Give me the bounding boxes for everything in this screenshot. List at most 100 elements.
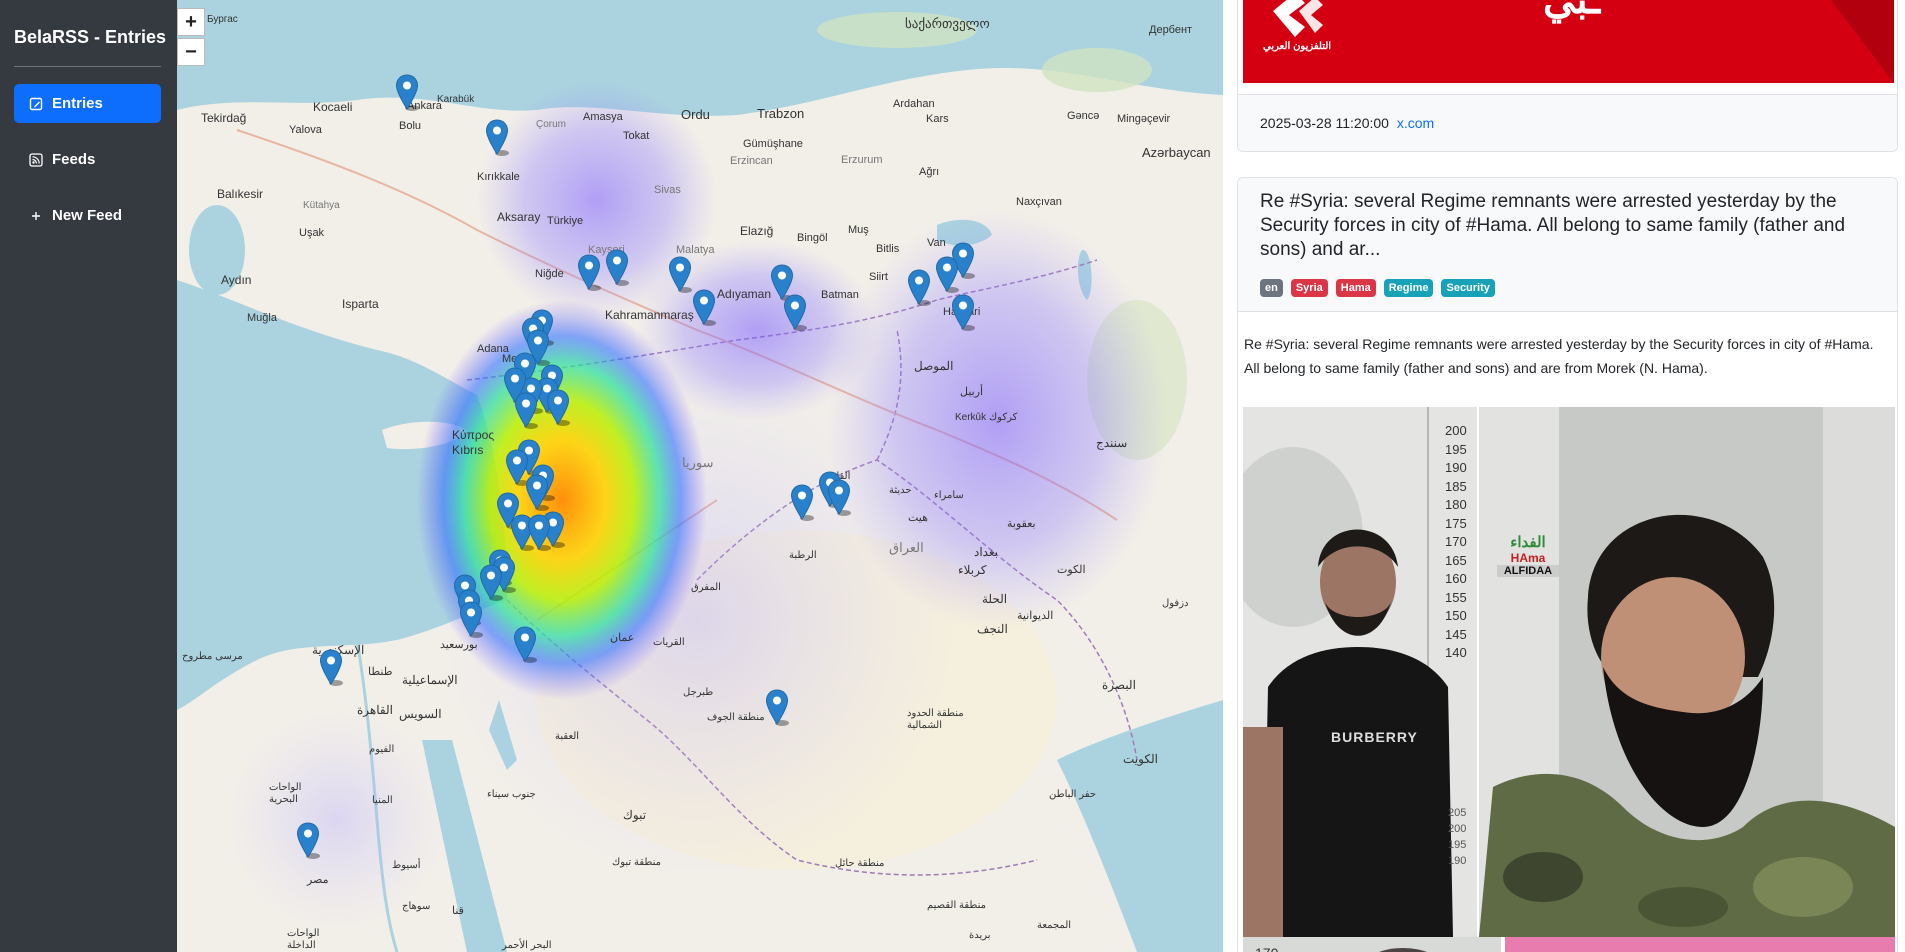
entry-photo[interactable]: 200 195 190 185 180 175 170 165 160 155 …: [1238, 407, 1895, 937]
map-marker-pin-icon[interactable]: [527, 514, 551, 552]
map-marker-pin-icon[interactable]: [513, 626, 537, 664]
map-label-ardahan: Ardahan: [893, 98, 935, 110]
map-marker-pin-icon[interactable]: [907, 269, 931, 307]
strip-number: 170: [1255, 945, 1278, 952]
alfidaa-logo: الفداء HAma ALFIDAA: [1497, 533, 1559, 577]
entry-image[interactable]: التلفزيون العربي ـبي: [1243, 0, 1894, 83]
map-marker-pin-icon[interactable]: [783, 294, 807, 332]
tag-badge[interactable]: Hama: [1335, 279, 1376, 297]
map-marker-pin-icon[interactable]: [525, 474, 549, 512]
entry-title[interactable]: Re #Syria: several Regime remnants were …: [1260, 190, 1880, 262]
map-marker-pin-icon[interactable]: [296, 822, 320, 860]
map-marker-pin-icon[interactable]: [459, 601, 483, 639]
map-label-amasya: Amasya: [583, 111, 623, 123]
map-label-karabuk: Karabük: [437, 94, 475, 105]
map-label-minya: المنيا: [372, 795, 393, 806]
entries-icon: [28, 96, 44, 112]
map-label-kirkuk: Kerkûk كركوك: [955, 412, 1018, 423]
map-label-baghdad: بغداد: [974, 545, 999, 559]
map-label-malatya: Malatya: [676, 244, 715, 256]
tag-badge[interactable]: Syria: [1290, 279, 1328, 297]
entry-source-link[interactable]: x.com: [1397, 115, 1434, 131]
map-label-kahramanmaras: Kahramanmaraş: [605, 308, 694, 322]
map-label-sanandaj: سنندج: [1096, 436, 1128, 450]
map-label-majmaah: المجمعة: [1037, 920, 1072, 931]
map-marker-pin-icon[interactable]: [485, 119, 509, 157]
map-label-balikesir: Balıkesir: [217, 187, 264, 201]
map-label-masr: مصر: [307, 874, 329, 886]
map-marker-pin-icon[interactable]: [605, 249, 629, 287]
map-label-erbil: أربيل: [960, 386, 984, 398]
zoom-in-button[interactable]: +: [177, 8, 205, 36]
map-label-mosul: الموصل: [914, 359, 954, 373]
map-label-isparta: Isparta: [342, 297, 379, 311]
map-label-ganca: Gəncə: [1067, 110, 1100, 122]
sidebar: BelaRSS - Entries Entries Feeds New Feed: [0, 0, 177, 952]
scale-tick: 195: [1445, 441, 1467, 457]
map-label-nigde: Niğde: [535, 268, 564, 280]
map-label-hafr-al-batin: حفر الباطن: [1049, 789, 1096, 800]
tag-badge[interactable]: en: [1260, 279, 1283, 297]
sidebar-item-entries[interactable]: Entries: [14, 84, 161, 123]
map-label-trabzon: Trabzon: [757, 106, 805, 121]
map-label-sivas: Sivas: [654, 184, 681, 196]
scale-tick: 190: [1448, 855, 1467, 867]
map-label-qurayyat: القريات: [653, 637, 685, 648]
map-label-port-said: بورسعيد: [440, 639, 478, 651]
shirt-text: BURBERRY: [1331, 729, 1418, 745]
map-label-suriya: سوريا: [682, 455, 714, 470]
map-label-siirt: Siirt: [869, 271, 888, 283]
map-label-qassim: منطقة القصيم: [927, 900, 987, 911]
map-marker-pin-icon[interactable]: [395, 74, 419, 112]
map-label-dezful: دزفول: [1162, 598, 1189, 609]
map-marker-pin-icon[interactable]: [790, 484, 814, 522]
entry-photo-next[interactable]: 170: [1243, 937, 1895, 952]
scale-tick: 140: [1445, 645, 1467, 660]
map-label-amman: عمان: [610, 632, 635, 644]
map-label-jawf: منطقة الجوف: [707, 712, 765, 723]
map-canvas: [177, 0, 1223, 952]
entry-card: Re #Syria: several Regime remnants were …: [1237, 177, 1898, 952]
scale-tick: 180: [1445, 497, 1467, 512]
tag-badge[interactable]: Regime: [1383, 279, 1434, 297]
entries-panel[interactable]: التلفزيون العربي ـبي 2025-03-28 11:20:00…: [1223, 0, 1905, 952]
araby-tv-logo-icon: [1265, 0, 1331, 39]
map-marker-pin-icon[interactable]: [935, 256, 959, 294]
height-scale: 200 195 190 185 180 175 170 165 160 155 …: [1445, 422, 1467, 663]
map-marker-pin-icon[interactable]: [319, 649, 343, 687]
scale-tick: 155: [1445, 589, 1467, 605]
map-label-bingol: Bingöl: [797, 232, 828, 244]
heatmap-map[interactable]: Ankara Adana Kahramanmaraş Adıyaman Batm…: [177, 0, 1223, 952]
map-marker-pin-icon[interactable]: [692, 289, 716, 327]
map-label-erzurum: Erzurum: [841, 154, 883, 166]
entry-body: Re #Syria: several Regime remnants were …: [1244, 332, 1894, 380]
map-label-turkiye: Türkiye: [547, 215, 584, 227]
plus-icon: [28, 208, 44, 224]
map-label-ordu: Ordu: [681, 107, 710, 122]
tag-badge[interactable]: Security: [1441, 279, 1495, 297]
map-label-hit: هيت: [908, 512, 928, 524]
scale-tick: 165: [1445, 552, 1467, 568]
map-marker-pin-icon[interactable]: [514, 392, 538, 430]
entry-footer: 2025-03-28 11:20:00 x.com: [1238, 94, 1897, 151]
map-marker-pin-icon[interactable]: [668, 256, 692, 294]
map-label-kuwait: الكويت: [1123, 752, 1158, 766]
map-marker-pin-icon[interactable]: [827, 479, 851, 517]
forest-caucasus: [1042, 48, 1152, 92]
map-label-karbala: كربلاء: [958, 563, 987, 577]
zoom-out-button[interactable]: −: [177, 38, 205, 66]
map-label-basra: البصرة: [1102, 678, 1136, 692]
sidebar-item-new-feed[interactable]: New Feed: [14, 196, 161, 235]
map-label-marsa-matruh: مرسى مطروح: [182, 651, 243, 662]
map-label-aqaba: العقبة: [555, 731, 580, 742]
sidebar-item-feeds[interactable]: Feeds: [14, 140, 161, 179]
map-marker-pin-icon[interactable]: [951, 294, 975, 332]
map-marker-pin-icon[interactable]: [479, 564, 503, 602]
map-marker-pin-icon[interactable]: [765, 689, 789, 727]
map-label-mus: Muş: [848, 224, 869, 236]
map-marker-pin-icon[interactable]: [577, 254, 601, 292]
banner-text: ـبي: [1543, 0, 1601, 22]
map-marker-pin-icon[interactable]: [546, 389, 570, 427]
map-label-agri: Ağrı: [919, 166, 940, 178]
map-label-tanta: طنطا: [368, 666, 393, 678]
